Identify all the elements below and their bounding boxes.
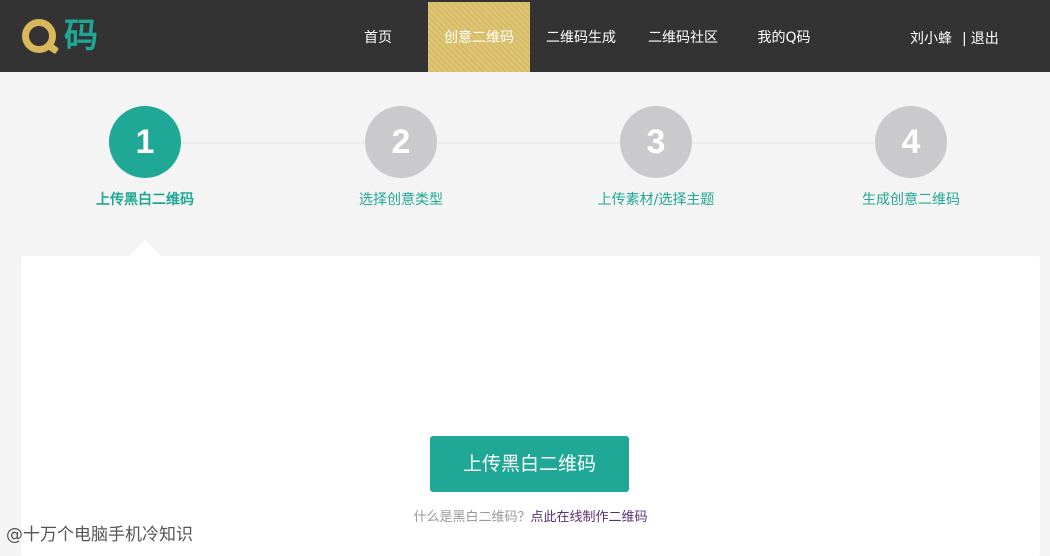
nav-qr-community[interactable]: 二维码社区 — [640, 0, 726, 72]
step-3: 3 上传素材/选择主题 — [556, 106, 756, 209]
user-area: 刘小蜂 | 退出 — [910, 0, 999, 72]
step-number-circle: 1 — [109, 106, 181, 178]
step-4: 4 生成创意二维码 — [811, 106, 1011, 209]
steps-connector-line — [145, 142, 911, 144]
step-2: 2 选择创意类型 — [301, 106, 501, 209]
watermark: @十万个电脑手机冷知识 — [6, 525, 193, 545]
help-question: 什么是黑白二维码？ — [413, 510, 531, 525]
progress-steps: 1 上传黑白二维码 2 选择创意类型 3 上传素材/选择主题 4 生成创意二维码 — [0, 72, 1050, 242]
nav-creative-qr[interactable]: 创意二维码 — [428, 2, 530, 72]
step-label: 选择创意类型 — [359, 192, 443, 208]
top-navigation-bar: 码 首页 创意二维码 二维码生成 二维码社区 我的Q码 刘小蜂 | 退出 — [0, 0, 1050, 72]
step-label: 上传黑白二维码 — [96, 192, 194, 208]
active-step-pointer — [129, 240, 161, 256]
nav-my-qcode[interactable]: 我的Q码 — [748, 0, 820, 72]
upload-panel: 上传黑白二维码 什么是黑白二维码？点此在线制作二维码 — [21, 256, 1040, 556]
logout-link[interactable]: 退出 — [971, 31, 999, 47]
nav-home[interactable]: 首页 — [355, 0, 401, 72]
main-nav: 首页 创意二维码 二维码生成 二维码社区 我的Q码 — [0, 0, 1050, 72]
upload-bw-qr-button[interactable]: 上传黑白二维码 — [430, 436, 629, 492]
nav-qr-generate[interactable]: 二维码生成 — [538, 0, 624, 72]
make-qr-online-link[interactable]: 点此在线制作二维码 — [531, 510, 648, 525]
step-number-circle: 3 — [620, 106, 692, 178]
username-link[interactable]: 刘小蜂 — [910, 31, 952, 47]
step-1: 1 上传黑白二维码 — [45, 106, 245, 209]
step-label: 生成创意二维码 — [862, 192, 960, 208]
step-number-circle: 2 — [365, 106, 437, 178]
step-number-circle: 4 — [875, 106, 947, 178]
user-separator: | — [962, 31, 967, 47]
step-label: 上传素材/选择主题 — [597, 192, 715, 208]
